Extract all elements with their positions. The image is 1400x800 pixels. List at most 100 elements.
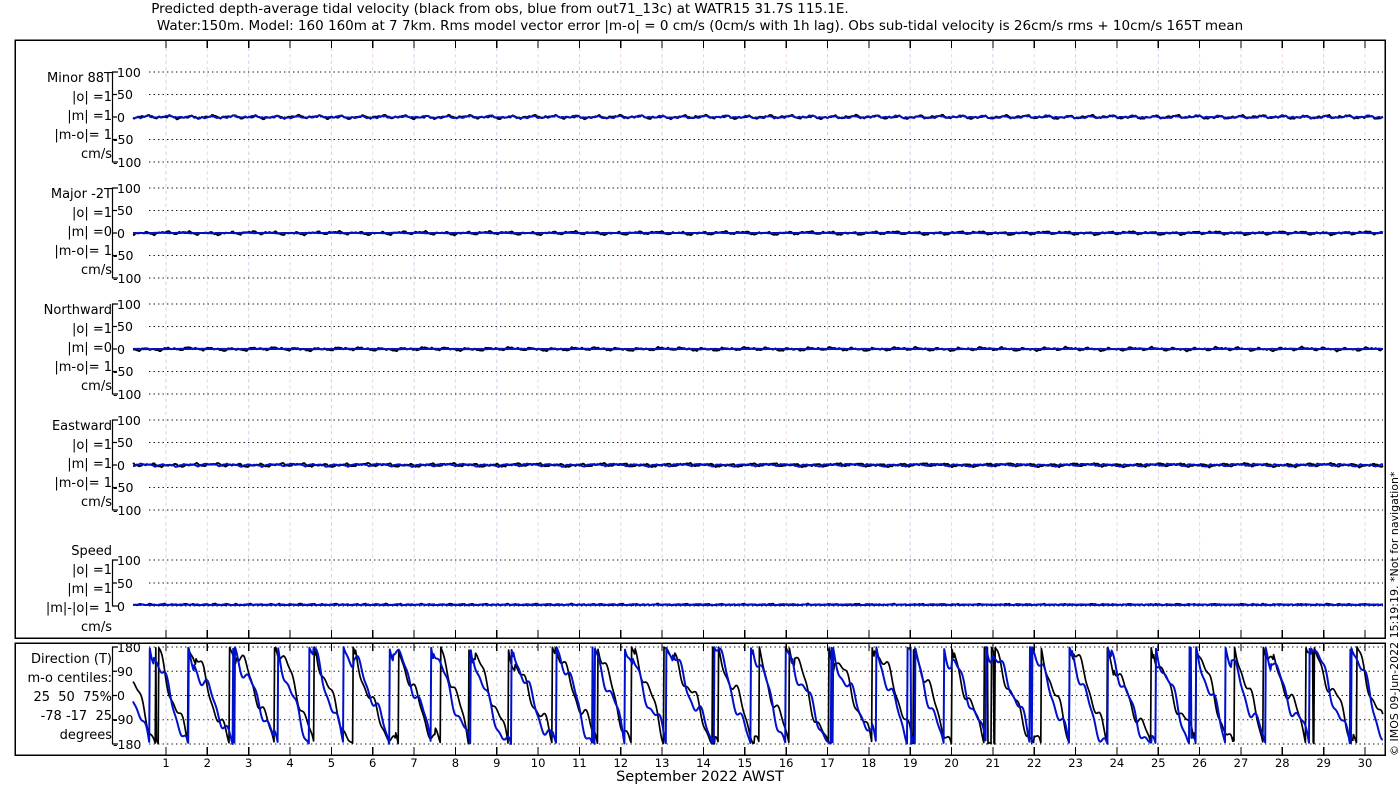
panel-label-block-major: Major -2T |o| =1 |m| =0 |m-o|= 1 cm/s [18,185,112,280]
x-tick-label: 28 [1274,756,1290,770]
panel-label-line: Major -2T [50,187,112,202]
y-tick-label: 0 [117,341,125,357]
y-tick-label: 100 [117,180,141,196]
y-tick-label: 180 [117,639,141,655]
x-tick-label: 20 [944,756,959,770]
y-tick-label: 50 [117,575,133,591]
direction-panel-box [14,642,1386,756]
panel-label-line: |m-o|= 1 [54,244,112,259]
panel-label-block-direction: Direction (T) m-o centiles: 25 50 75% -78 -… [18,650,112,745]
y-tick-label: 100 [117,412,141,428]
panel-label-block-eastward: Eastward |o| =1 |m| =1 |m-o|= 1 cm/s [18,417,112,512]
y-tick-label: 0 [117,688,125,703]
y-tick-label: 50 [117,203,133,218]
x-tick-label: 15 [737,756,753,770]
x-tick-label: 13 [654,756,670,770]
tidal-velocity-figure: Predicted depth-average tidal velocity (… [0,0,1400,800]
panel-label-line: |m| =1 [67,109,112,124]
panel-label-line: |m| =0 [67,341,112,356]
panel-label-line: |o| =1 [71,90,112,105]
panel-label-line: cm/s [81,263,112,278]
x-tick-label: 4 [286,756,294,770]
y-tick-label: -100 [113,270,142,286]
panel-label-line: |o| =1 [71,563,112,578]
panel-label-line: |m-o|= 1 [54,128,112,143]
x-tick-label: 30 [1357,756,1373,770]
x-tick-label: 1 [162,756,170,770]
model-trace [132,347,1384,351]
x-tick-label: 29 [1316,756,1331,770]
y-tick-label: 0 [117,225,125,241]
panel-label-line: cm/s [81,379,112,394]
plot-canvas [14,39,1386,756]
velocity-panels-box [14,39,1386,639]
panel-label-line: |m-o|= 1 [54,360,112,375]
x-tick-label: 22 [1026,756,1042,770]
y-tick-label: 0 [117,598,125,614]
x-tick-label: 14 [696,756,711,770]
x-tick-label: 25 [1150,756,1166,770]
x-tick-label: 10 [530,756,546,770]
y-tick-label: 100 [117,64,141,80]
panel-label-line: |o| =1 [71,322,112,337]
x-tick-label: 19 [902,756,918,770]
y-tick-label: -50 [113,364,134,379]
x-tick-label: 11 [572,756,587,770]
x-tick-label: 18 [861,756,877,770]
panel-label-line: Eastward [51,419,112,434]
x-tick-label: 24 [1109,756,1125,770]
x-tick-label: 23 [1068,756,1083,770]
x-tick-label: 16 [778,756,794,770]
x-tick-label: 12 [613,756,629,770]
y-tick-label: 90 [117,663,133,679]
panel-label-block-speed: Speed |o| =1 |m| =1 |m|-|o|= 1 cm/s [18,542,112,637]
x-tick-label: 8 [451,756,460,770]
x-tick-label: 2 [203,756,211,770]
panel-label-line: |o| =1 [71,438,112,453]
x-tick-label: 17 [820,756,835,770]
panel-label-line: cm/s [81,495,112,510]
x-tick-label: 5 [327,756,336,770]
panel-label-line: |m| =0 [67,225,112,240]
panel-label-line: |m| =1 [67,582,112,597]
y-tick-label: 100 [117,296,141,312]
panel-label-line: cm/s [81,620,112,635]
y-tick-label: -50 [113,480,134,495]
x-tick-label: 7 [410,756,418,770]
y-tick-label: 50 [117,435,133,450]
panel-label-line: degrees [59,728,112,743]
y-tick-label: 0 [117,109,125,125]
x-tick-label: 21 [985,756,1001,770]
x-axis-label: September 2022 AWST [616,769,784,785]
panel-label-line: m-o centiles: [27,671,112,686]
panel-label-line: -78 -17 25 [40,709,112,724]
x-tick-label: 3 [245,756,253,770]
y-tick-label: -90 [113,712,134,728]
panel-label-line: Northward [43,303,112,318]
panel-label-line: cm/s [81,147,112,162]
panel-label-line: |o| =1 [71,206,112,221]
y-tick-label: -100 [113,386,142,402]
panel-label-block-minor: Minor 88T |o| =1 |m| =1 |m-o|= 1 cm/s [18,69,112,164]
x-tick-label: 26 [1192,756,1207,770]
x-tick-label: 6 [369,756,377,770]
model-trace [132,602,1384,607]
panel-label-block-northward: Northward |o| =1 |m| =0 |m-o|= 1 cm/s [18,301,112,396]
y-tick-label: -100 [113,502,142,518]
y-tick-label: 100 [117,552,141,568]
y-tick-label: -100 [113,154,142,170]
panel-label-line: |m|-|o|= 1 [45,601,112,616]
model-trace [133,231,1384,235]
panel-label-line: Minor 88T [47,71,112,86]
x-tick-label: 27 [1233,756,1249,770]
y-tick-label: 0 [117,457,125,473]
y-tick-label: 50 [117,87,133,102]
panel-label-line: 25 50 75% [33,690,112,705]
y-tick-label: -50 [113,132,134,147]
panel-label-line: Speed [71,544,112,559]
x-tick-label: 9 [493,756,501,770]
y-tick-label: 50 [117,319,133,334]
panel-label-line: Direction (T) [31,652,112,667]
y-tick-label: -180 [113,736,142,752]
y-tick-label: -50 [113,248,134,263]
